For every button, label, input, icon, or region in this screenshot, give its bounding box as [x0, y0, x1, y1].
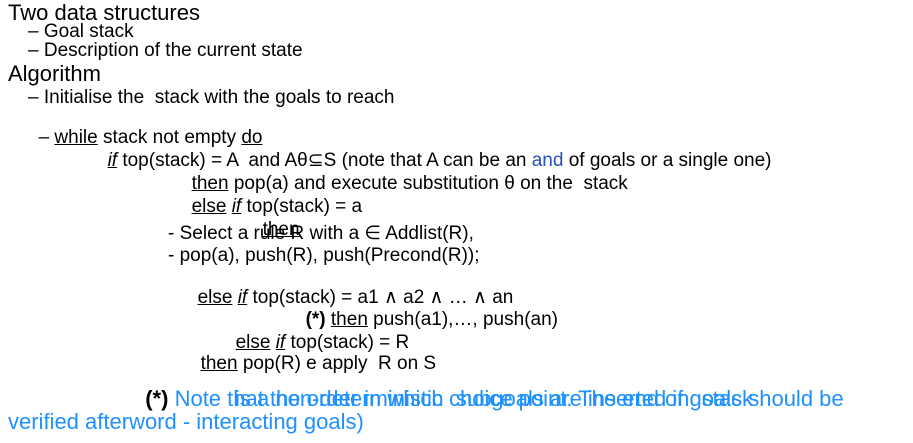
- data-structure-item-goal-stack: – Goal stack: [28, 21, 134, 42]
- while-keyword: while: [54, 127, 98, 148]
- algorithm-title: Algorithm: [8, 61, 101, 86]
- note-line-3: verified afterword - interacting goals): [8, 409, 364, 434]
- dash: –: [38, 127, 55, 148]
- pop-push-step: - pop(a), push(R), push(Precond(R));: [168, 245, 480, 266]
- else-keyword: else: [197, 287, 233, 308]
- footnote-marker: (*): [145, 386, 169, 411]
- if-keyword: if: [231, 196, 242, 217]
- data-structure-item-current-state: – Description of the current state: [28, 40, 303, 61]
- if-keyword: if: [107, 150, 118, 171]
- select-rule-step: - Select a rule R with a ∈ Addlist(R),: [168, 223, 474, 244]
- else-keyword: else: [191, 196, 227, 217]
- if-keyword: if: [237, 287, 248, 308]
- note-line-2: is a non-deterministic choice point. The…: [235, 386, 844, 411]
- algorithm-init-step: – Initialise the stack with the goals to…: [28, 87, 395, 108]
